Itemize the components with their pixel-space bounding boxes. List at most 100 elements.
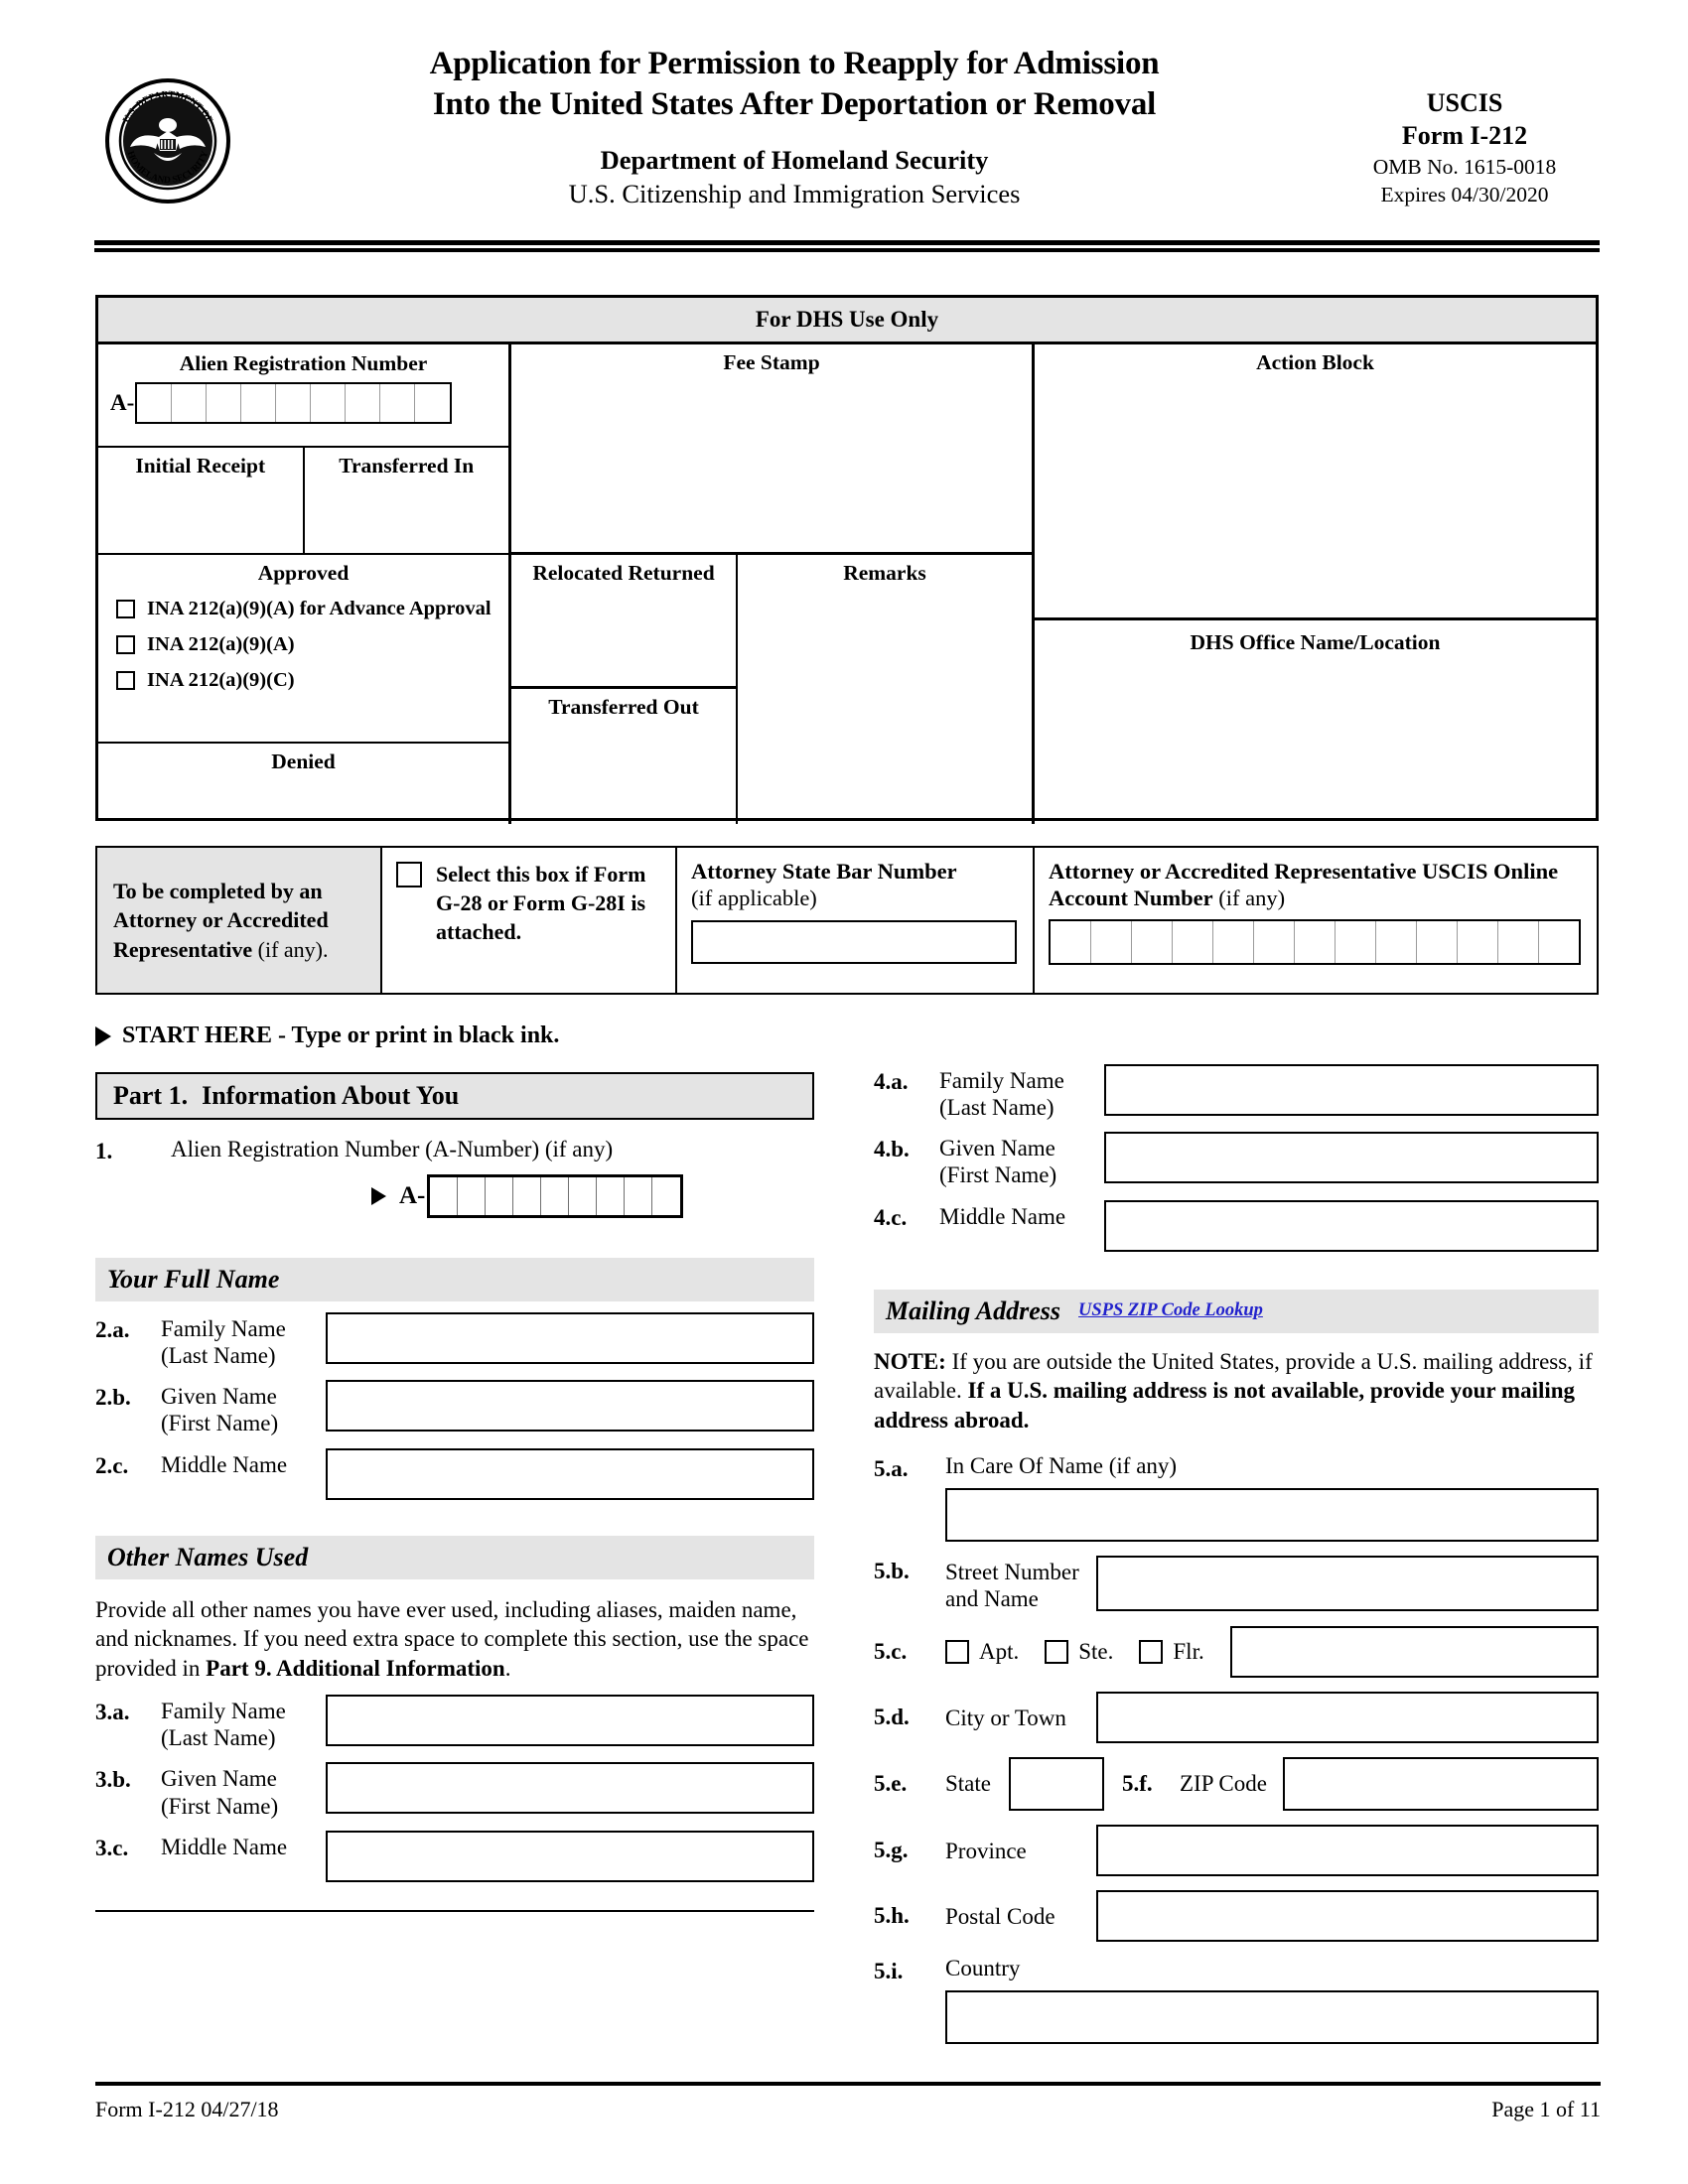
anumber-cell[interactable] (137, 384, 173, 422)
form-page: U.S. DEPARTMENT OF HOMELAND SECURITY App… (0, 0, 1688, 2184)
checkbox-apt[interactable] (945, 1640, 969, 1665)
usps-zip-code-lookup-link[interactable]: USPS ZIP Code Lookup (1078, 1300, 1263, 1321)
city-or-town-input[interactable] (1096, 1692, 1599, 1744)
part1-anumber-input-grid[interactable] (427, 1174, 684, 1218)
family-name-input[interactable] (326, 1312, 814, 1364)
bar-number-sublabel: (if applicable) (691, 886, 817, 910)
flr-checkbox-group[interactable]: Flr. (1139, 1639, 1204, 1665)
anumber-cell[interactable] (276, 384, 312, 422)
anumber-cell[interactable] (458, 1177, 487, 1215)
postal-code-input[interactable] (1096, 1890, 1599, 1943)
anumber-cell[interactable] (625, 1177, 653, 1215)
checkbox-ina-212a9a[interactable] (116, 635, 135, 655)
field-5e-number: 5.e. (874, 1771, 908, 1797)
other-family-name-input[interactable] (326, 1695, 814, 1747)
field-2b-row: 2.b. Given Name (First Name) (95, 1380, 814, 1436)
online-account-cell[interactable] (1417, 921, 1458, 964)
field-2c-row: 2.c. Middle Name (95, 1447, 814, 1500)
transferred-in-cell: Transferred In (339, 454, 475, 478)
online-account-cell[interactable] (1458, 921, 1498, 964)
online-account-cell[interactable] (1132, 921, 1173, 964)
online-account-cell[interactable] (1051, 921, 1091, 964)
anumber-cell[interactable] (652, 1177, 680, 1215)
attorney-heading-regular: (if any). (252, 936, 329, 962)
approved-option-row[interactable]: INA 212(a)(9)(A) (98, 631, 508, 657)
other-middle-name-input[interactable] (326, 1830, 814, 1882)
anumber-cell[interactable] (241, 384, 277, 422)
question-1-label: Alien Registration Number (A-Number) (if… (171, 1137, 614, 1161)
online-account-cell[interactable] (1376, 921, 1417, 964)
online-account-cell[interactable] (1336, 921, 1376, 964)
online-account-cell[interactable] (1091, 921, 1132, 964)
anumber-cell[interactable] (597, 1177, 626, 1215)
dhs-use-only-title: For DHS Use Only (98, 298, 1596, 344)
anumber-cell[interactable] (513, 1177, 542, 1215)
your-full-name-heading: Your Full Name (95, 1258, 814, 1301)
zip-code-input[interactable] (1282, 1757, 1599, 1812)
state-input[interactable] (1009, 1757, 1104, 1812)
approved-option-label: INA 212(a)(9)(A) (147, 633, 295, 656)
other-given-name-input[interactable] (326, 1762, 814, 1815)
field-5f-number: 5.f. (1122, 1771, 1153, 1797)
omb-number: OMB No. 1615-0018 (1372, 155, 1557, 179)
online-account-cell[interactable] (1213, 921, 1254, 964)
uscis-label: USCIS (1426, 88, 1503, 117)
anumber-cell[interactable] (380, 384, 416, 422)
apt-checkbox-group[interactable]: Apt. (945, 1639, 1019, 1665)
fee-stamp-cell: Fee Stamp (511, 344, 1032, 555)
in-care-of-name-input[interactable] (945, 1488, 1599, 1543)
start-here-instruction: START HERE - Type or print in black ink. (95, 1023, 559, 1049)
anumber-cell[interactable] (486, 1177, 514, 1215)
field-5c-number: 5.c. (874, 1639, 908, 1665)
country-input[interactable] (945, 1990, 1599, 2045)
denied-cell: Denied (271, 750, 336, 773)
other-names-used-heading: Other Names Used (95, 1535, 814, 1579)
field-4c-row: 4.c. Middle Name (874, 1199, 1599, 1252)
field-5i-row: 5.i. Country (874, 1956, 1599, 1984)
province-input[interactable] (1096, 1825, 1599, 1877)
other-family-name-2-input[interactable] (1104, 1064, 1599, 1116)
triangle-pointer-icon (95, 1025, 111, 1046)
anumber-cell[interactable] (346, 384, 381, 422)
anumber-cell[interactable] (569, 1177, 598, 1215)
department-name: Department of Homeland Security (600, 144, 989, 175)
given-name-input[interactable] (326, 1380, 814, 1433)
online-account-cell[interactable] (1295, 921, 1336, 964)
field-2a-label: Family Name (Last Name) (161, 1316, 286, 1369)
dhs-anumber-input-grid[interactable] (135, 382, 453, 424)
checkbox-g28-attached[interactable] (396, 862, 422, 887)
online-account-cell[interactable] (1498, 921, 1539, 964)
field-2c-label: Middle Name (161, 1451, 288, 1477)
online-account-cell[interactable] (1254, 921, 1295, 964)
middle-name-input[interactable] (326, 1447, 814, 1500)
dhs-alien-registration-number-cell: Alien Registration Number A- (98, 344, 508, 448)
checkbox-ina-212a9c[interactable] (116, 671, 135, 691)
footer-page-number: Page 1 of 11 (1491, 2097, 1601, 2121)
anumber-cell[interactable] (541, 1177, 570, 1215)
other-given-name-2-input[interactable] (1104, 1132, 1599, 1184)
approved-option-row[interactable]: INA 212(a)(9)(C) (98, 667, 508, 693)
attorney-online-account-grid[interactable] (1049, 919, 1581, 966)
ste-checkbox-group[interactable]: Ste. (1045, 1639, 1113, 1665)
anumber-cell[interactable] (311, 384, 347, 422)
checkbox-ste[interactable] (1045, 1640, 1069, 1665)
street-number-name-input[interactable] (1096, 1556, 1599, 1612)
g28-checkbox-cell[interactable]: Select this box if Form G-28 or Form G-2… (382, 848, 677, 993)
attorney-representative-block: To be completed by an Attorney or Accred… (95, 846, 1599, 995)
dhs-left-column: Alien Registration Number A- Initial Rec… (98, 344, 511, 824)
online-account-cell[interactable] (1539, 921, 1579, 963)
anumber-cell[interactable] (207, 384, 242, 422)
anumber-cell[interactable] (415, 384, 450, 422)
online-account-cell[interactable] (1173, 921, 1213, 964)
attorney-online-account-cell: Attorney or Accredited Representative US… (1035, 848, 1597, 993)
approved-option-row[interactable]: INA 212(a)(9)(A) for Advance Approval (98, 596, 508, 621)
checkbox-ina-212a9a-advance[interactable] (116, 600, 135, 618)
checkbox-flr[interactable] (1139, 1640, 1164, 1665)
anumber-cell[interactable] (172, 384, 208, 422)
attorney-bar-number-input[interactable] (691, 920, 1017, 965)
start-here-text: START HERE - Type or print in black ink. (122, 1023, 560, 1048)
anumber-cell[interactable] (430, 1177, 459, 1215)
apt-ste-flr-number-input[interactable] (1229, 1626, 1599, 1679)
other-names-instructions: Provide all other names you have ever us… (95, 1595, 814, 1685)
other-middle-name-2-input[interactable] (1104, 1199, 1599, 1252)
